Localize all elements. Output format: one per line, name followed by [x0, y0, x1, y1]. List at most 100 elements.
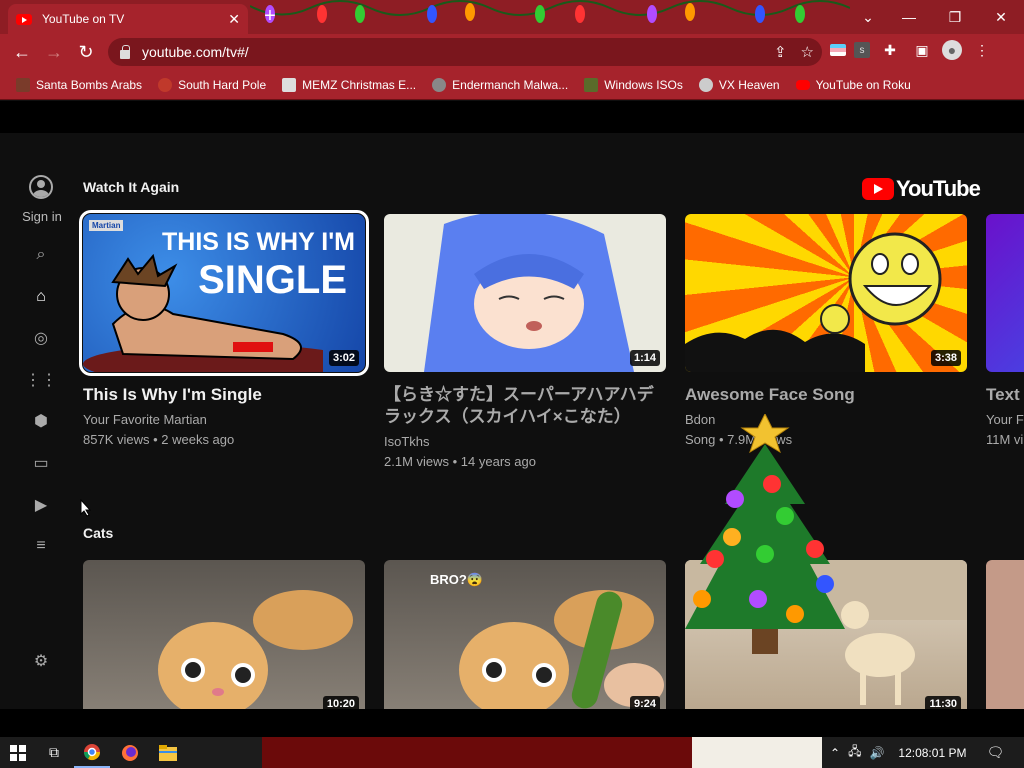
library-icon[interactable]: ▶: [31, 495, 51, 515]
video-channel: Your Favorite Martian: [83, 412, 207, 427]
back-button[interactable]: ←: [6, 36, 38, 68]
close-window-button[interactable]: ✕: [978, 0, 1024, 34]
video-meta: 11M vi: [986, 432, 1024, 447]
thumb-channel-logo: Martian: [89, 220, 124, 231]
close-tab-icon[interactable]: ✕: [228, 11, 240, 28]
profile-avatar-icon[interactable]: ●: [942, 40, 962, 60]
task-view-icon[interactable]: ⧉: [36, 737, 72, 768]
side-panel-icon[interactable]: ▣: [910, 38, 934, 62]
thumb-text-line-1: THIS IS WHY I'M: [162, 228, 355, 256]
video-thumbnail: 10:20: [83, 560, 365, 709]
youtube-tv-page: Sign in ⌕ ⌂ ◎ ⋮⋮ ⬢ ▭ ▶ ≡ ⚙ Watch It Agai…: [0, 101, 1024, 709]
video-duration: 3:38: [930, 350, 961, 366]
video-thumbnail: Martian THIS IS WHY I'M SINGLE 3:02: [79, 210, 369, 376]
top-black-strip: [0, 101, 1024, 133]
youtube-icon: [795, 79, 810, 90]
snowflake-icon: [158, 77, 173, 92]
lock-icon: [120, 44, 130, 59]
sign-in-label[interactable]: Sign in: [14, 209, 70, 224]
trans-flag-extension-icon[interactable]: [830, 44, 846, 56]
shorts-icon[interactable]: ◎: [31, 328, 51, 348]
video-duration: 11:30: [925, 696, 961, 709]
memz-icon: [282, 77, 297, 92]
s-extension-icon[interactable]: s: [854, 42, 870, 58]
bookmarks-bar: Santa Bombs Arabs South Hard Pole MEMZ C…: [0, 70, 1024, 100]
windows-taskbar: ⧉ ⌃ 🖧 🔊 12:08:01 PM 🗨: [0, 737, 1024, 768]
search-icon[interactable]: ⌕: [31, 245, 51, 265]
bookmark-item[interactable]: YouTube on Roku: [795, 78, 911, 92]
volume-icon[interactable]: 🔊: [869, 746, 884, 760]
clock-time[interactable]: 12:08:01 PM: [898, 746, 966, 760]
share-icon[interactable]: ⇪: [774, 43, 787, 61]
forward-button[interactable]: →: [38, 36, 70, 68]
bottom-black-strip: [0, 709, 1024, 737]
video-meta: 2.1M views • 14 years ago: [384, 454, 536, 469]
christmas-lights-decoration: [250, 0, 850, 23]
video-card[interactable]: Text Your Fa 11M vi: [986, 214, 1024, 447]
video-card[interactable]: Martian THIS IS WHY I'M SINGLE 3:02 This…: [79, 210, 369, 447]
vx-icon: [698, 77, 713, 92]
bookmark-item[interactable]: South Hard Pole: [158, 77, 266, 92]
endermanch-icon: [432, 77, 447, 92]
bookmark-item[interactable]: Santa Bombs Arabs: [16, 77, 142, 92]
reload-button[interactable]: ↻: [70, 36, 102, 68]
video-card[interactable]: [986, 560, 1024, 709]
restore-button[interactable]: ❐: [932, 0, 978, 34]
christmas-tree-overlay: [685, 414, 845, 654]
video-duration: 3:02: [328, 350, 359, 366]
home-icon[interactable]: ⌂: [31, 287, 51, 307]
bookmark-item[interactable]: VX Heaven: [698, 77, 780, 92]
account-avatar-icon[interactable]: [29, 175, 53, 199]
video-channel: IsoTkhs: [384, 434, 430, 449]
video-title: Text: [986, 385, 1020, 404]
anime-girl-illustration: [424, 214, 634, 372]
network-icon[interactable]: 🖧: [848, 742, 861, 763]
santa-icon: [16, 77, 30, 92]
movies-icon[interactable]: ⋮⋮: [25, 370, 57, 390]
video-duration: 10:20: [322, 696, 359, 709]
windows-start-icon[interactable]: [0, 737, 36, 768]
browser-tab-bar: YouTube on TV ✕ + ⌄ — ❐ ✕: [0, 0, 1024, 34]
video-channel: Your Fa: [986, 412, 1024, 427]
new-tab-button[interactable]: +: [258, 5, 282, 29]
cat-illustration: [158, 590, 353, 709]
extensions-puzzle-icon[interactable]: ✚: [878, 38, 902, 62]
chrome-taskbar-icon[interactable]: [74, 737, 110, 768]
browser-menu-icon[interactable]: ⋮: [970, 38, 994, 62]
video-thumbnail: BRO?😨 9:24: [384, 560, 666, 709]
notification-icon[interactable]: 🗨: [986, 744, 1004, 761]
browser-tab[interactable]: YouTube on TV ✕: [8, 4, 248, 34]
video-meta: 857K views • 2 weeks ago: [83, 432, 235, 447]
bookmark-star-icon[interactable]: ☆: [801, 43, 814, 61]
tray-chevron-icon[interactable]: ⌃: [830, 746, 840, 760]
youtube-logo: YouTube: [862, 176, 981, 202]
video-card[interactable]: BRO?😨 9:24: [384, 560, 666, 709]
bookmark-item[interactable]: MEMZ Christmas E...: [282, 77, 416, 92]
video-thumbnail: 1:14: [384, 214, 666, 372]
wallpaper-strip: [262, 737, 692, 768]
menu-icon[interactable]: ≡: [31, 536, 51, 556]
folder-icon: [584, 77, 599, 92]
file-explorer-icon[interactable]: [150, 737, 186, 768]
gaming-icon[interactable]: ⬢: [31, 411, 51, 431]
section-title-watch-again: Watch It Again: [83, 179, 180, 195]
video-card[interactable]: 1:14 【らき☆すた】スーパーアハアハデラックス（スカイハイ×こなた） Iso…: [384, 214, 666, 469]
wallpaper-strip: [692, 737, 832, 768]
settings-gear-icon[interactable]: ⚙: [31, 651, 51, 671]
video-duration: 1:14: [629, 350, 660, 366]
section-title-cats: Cats: [83, 525, 114, 541]
bookmark-item[interactable]: Windows ISOs: [584, 77, 683, 92]
awesome-face-illustration: [685, 232, 942, 372]
address-bar[interactable]: youtube.com/tv#/ ⇪ ☆: [108, 38, 822, 66]
youtube-play-logo-icon: [862, 178, 894, 200]
firefox-taskbar-icon[interactable]: [112, 737, 148, 768]
video-card[interactable]: 3:38 Awesome Face Song Bdon Song • 7.9M …: [685, 214, 967, 447]
bookmark-item[interactable]: Endermanch Malwa...: [432, 77, 568, 92]
minimize-button[interactable]: —: [886, 0, 932, 34]
video-card[interactable]: 10:20: [83, 560, 365, 709]
tab-search-dropdown-icon[interactable]: ⌄: [850, 0, 886, 34]
url-text: youtube.com/tv#/: [142, 44, 249, 60]
thumb-text: BRO?😨: [430, 572, 484, 587]
subscriptions-icon[interactable]: ▭: [31, 453, 51, 473]
youtube-favicon-icon: [16, 13, 32, 25]
